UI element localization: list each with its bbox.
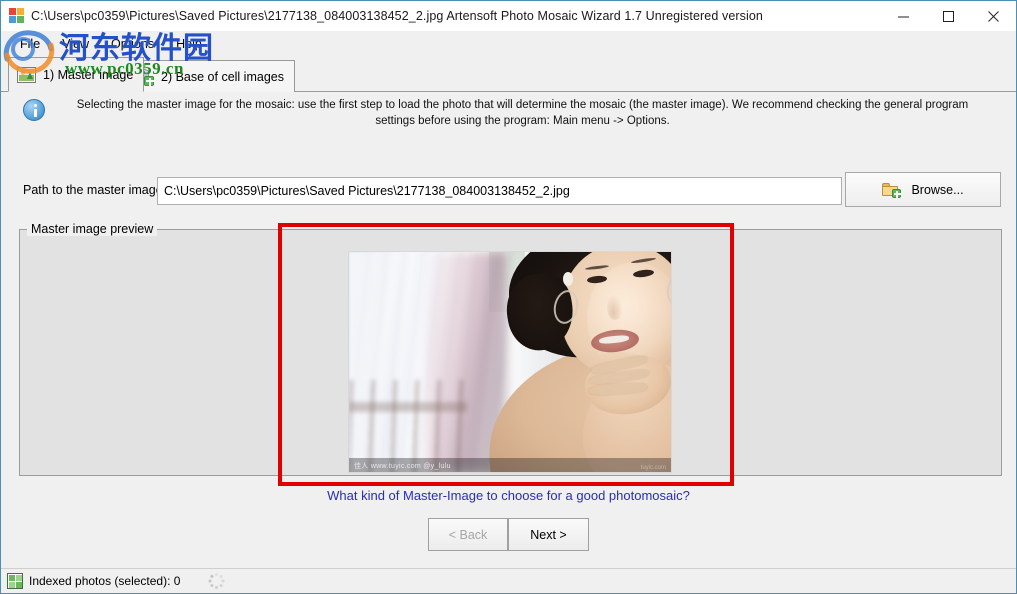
menu-bar: File View Options Help [1, 31, 1016, 56]
info-icon [23, 99, 45, 121]
tab-strip: 1) Master image 2) Base of cell images [1, 57, 1016, 92]
back-button: < Back [428, 518, 508, 551]
menu-item-view[interactable]: View [51, 34, 100, 54]
minimize-button[interactable] [881, 1, 926, 31]
app-logo-icon [9, 8, 25, 24]
tab-base-of-cell-images-label: 2) Base of cell images [161, 69, 284, 84]
next-button[interactable]: Next > [508, 518, 589, 551]
tab-master-image-label: 1) Master image [43, 67, 134, 82]
menu-item-options[interactable]: Options [100, 34, 165, 54]
folder-add-icon [882, 182, 902, 198]
tab-base-of-cell-images[interactable]: 2) Base of cell images [125, 60, 295, 92]
photo-watermark-left: 佳人 www.tuyic.com @y_lulu [354, 463, 451, 470]
picture-icon [17, 66, 36, 83]
browse-button-label: Browse... [911, 182, 964, 197]
application-window: C:\Users\pc0359\Pictures\Saved Pictures\… [0, 0, 1017, 594]
photo-watermark-right: tuyic.com [640, 465, 666, 471]
title-bar: C:\Users\pc0359\Pictures\Saved Pictures\… [1, 1, 1016, 31]
close-button[interactable] [971, 1, 1016, 31]
loading-spinner-icon [208, 573, 225, 589]
menu-item-file[interactable]: File [9, 34, 51, 54]
window-title: C:\Users\pc0359\Pictures\Saved Pictures\… [31, 9, 763, 23]
master-image-preview-title: Master image preview [27, 222, 158, 236]
preview-area: 佳人 www.tuyic.com @y_lulu tuyic.com [20, 230, 1001, 475]
master-image-preview-photo[interactable]: 佳人 www.tuyic.com @y_lulu tuyic.com [348, 251, 672, 473]
maximize-button[interactable] [926, 1, 971, 31]
status-bar-text: Indexed photos (selected): 0 [29, 574, 181, 588]
info-banner: Selecting the master image for the mosai… [1, 93, 1016, 141]
window-controls [881, 1, 1016, 31]
master-image-preview-group: 佳人 www.tuyic.com @y_lulu tuyic.com [19, 229, 1002, 476]
master-image-path-label: Path to the master image: [23, 183, 167, 197]
info-banner-text: Selecting the master image for the mosai… [76, 99, 969, 127]
browse-button[interactable]: Browse... [845, 172, 1001, 207]
master-image-help-link[interactable]: What kind of Master-Image to choose for … [1, 488, 1016, 503]
menu-item-help[interactable]: Help [165, 34, 213, 54]
indexed-photos-icon [7, 573, 23, 589]
master-image-path-input[interactable]: C:\Users\pc0359\Pictures\Saved Pictures\… [157, 177, 842, 205]
status-bar: Indexed photos (selected): 0 [1, 568, 1016, 593]
tab-master-image[interactable]: 1) Master image [8, 57, 145, 92]
